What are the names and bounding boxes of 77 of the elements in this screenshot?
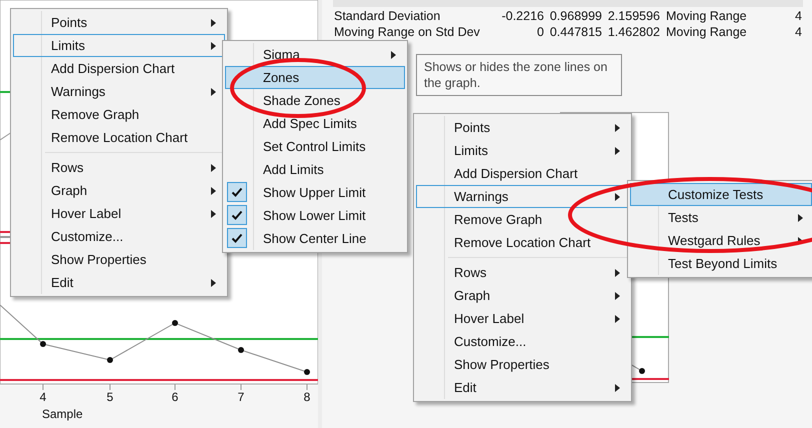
menu-item[interactable]: Hover Label xyxy=(416,307,629,330)
menu-item[interactable]: Zones xyxy=(225,66,405,89)
submenu-arrow-icon xyxy=(211,164,216,172)
menu-item[interactable]: Show Center Line xyxy=(225,227,405,250)
submenu-arrow-icon xyxy=(615,124,620,132)
submenu-arrow-icon xyxy=(211,88,216,96)
table-cell-text: 0.968999 xyxy=(548,8,603,24)
submenu-arrow-icon xyxy=(615,384,620,392)
submenu-arrow-icon xyxy=(615,292,620,300)
menu-item[interactable]: Remove Graph xyxy=(13,103,225,126)
table-cell-text: 1.462802 xyxy=(606,24,661,40)
menu-item[interactable]: Customize... xyxy=(13,225,225,248)
table-cell-text: Moving Range on Std Dev xyxy=(333,24,481,40)
table-cell-text: 0 xyxy=(536,24,545,40)
menu-item[interactable]: Show Properties xyxy=(416,353,629,376)
submenu-arrow-icon xyxy=(211,18,216,26)
checkbox[interactable] xyxy=(227,205,247,225)
table-cell-text: Standard Deviation xyxy=(333,8,442,24)
menu-item[interactable]: Points xyxy=(13,11,225,34)
submenu-arrow-icon xyxy=(211,186,216,194)
menu-item[interactable]: Remove Location Chart xyxy=(416,231,629,254)
menu-item[interactable]: Add Limits xyxy=(225,158,405,181)
menu-item[interactable]: Test Beyond Limits xyxy=(630,252,812,275)
checkbox[interactable] xyxy=(227,228,247,248)
table-cell-text: 4 xyxy=(794,8,803,24)
submenu-arrow-icon xyxy=(615,268,620,276)
menu-item[interactable]: Warnings xyxy=(13,80,225,103)
menu-item[interactable]: Graph xyxy=(416,284,629,307)
menu-item[interactable]: Show Lower Limit xyxy=(225,204,405,227)
menu-item[interactable]: Add Dispersion Chart xyxy=(13,57,225,80)
menu-item[interactable]: Rows xyxy=(416,261,629,284)
menu-item[interactable]: Edit xyxy=(416,376,629,399)
menu-item[interactable]: Add Spec Limits xyxy=(225,112,405,135)
menu-item[interactable]: Hover Label xyxy=(13,202,225,225)
axis-tick-label: 7 xyxy=(236,390,246,404)
checkbox[interactable] xyxy=(227,182,247,202)
tooltip: Shows or hides the zone lines on the graph. xyxy=(416,54,622,96)
checkmark-icon xyxy=(231,187,243,197)
menu-item[interactable]: Points xyxy=(416,116,629,139)
menu-item[interactable]: Westgard Rules xyxy=(630,229,812,252)
menu-item[interactable]: Customize Tests xyxy=(630,183,812,206)
axis-tick-label: 5 xyxy=(106,390,114,404)
table-cell-text: Moving Range xyxy=(665,24,747,40)
submenu-arrow-icon xyxy=(211,210,216,218)
menu-item[interactable]: Show Upper Limit xyxy=(225,181,405,204)
menu-item[interactable]: Tests xyxy=(630,206,812,229)
table-cell-text: 0.447815 xyxy=(548,24,603,40)
menu-item[interactable]: Customize... xyxy=(416,330,629,353)
menu-item[interactable]: Limits xyxy=(13,34,225,57)
menu-item[interactable]: Shade Zones xyxy=(225,89,405,112)
submenu-arrow-icon xyxy=(391,50,396,58)
axis-tick-label: 6 xyxy=(170,390,180,404)
menu-item[interactable]: Set Control Limits xyxy=(225,135,405,158)
axis-tick-label: 8 xyxy=(302,390,312,404)
table-cell-text: -0.2216 xyxy=(500,8,545,24)
axis-title: Sample xyxy=(42,407,83,421)
menu-item[interactable]: Remove Graph xyxy=(416,208,629,231)
table-cell-text: 2.159596 xyxy=(606,8,661,24)
menu-item[interactable]: Graph xyxy=(13,179,225,202)
checkmark-icon xyxy=(231,233,243,243)
submenu-arrow-icon xyxy=(615,146,620,154)
menu-item[interactable]: Rows xyxy=(13,156,225,179)
table-cell-text: 4 xyxy=(794,24,803,40)
menu-item[interactable]: Add Dispersion Chart xyxy=(416,162,629,185)
submenu-arrow-icon xyxy=(798,214,803,222)
submenu-arrow-icon xyxy=(615,314,620,322)
submenu-arrow-icon xyxy=(615,192,620,200)
submenu-arrow-icon xyxy=(211,42,216,50)
table-cell-text: Moving Range xyxy=(665,8,747,24)
submenu-arrow-icon xyxy=(211,278,216,286)
menu-item[interactable]: Limits xyxy=(416,139,629,162)
menu-item[interactable]: Edit xyxy=(13,271,225,294)
menu-item[interactable]: Show Properties xyxy=(13,248,225,271)
menu-item[interactable]: Remove Location Chart xyxy=(13,126,225,149)
checkmark-icon xyxy=(231,210,243,220)
axis-tick-label: 4 xyxy=(38,390,48,404)
menu-item[interactable]: Warnings xyxy=(416,185,629,208)
